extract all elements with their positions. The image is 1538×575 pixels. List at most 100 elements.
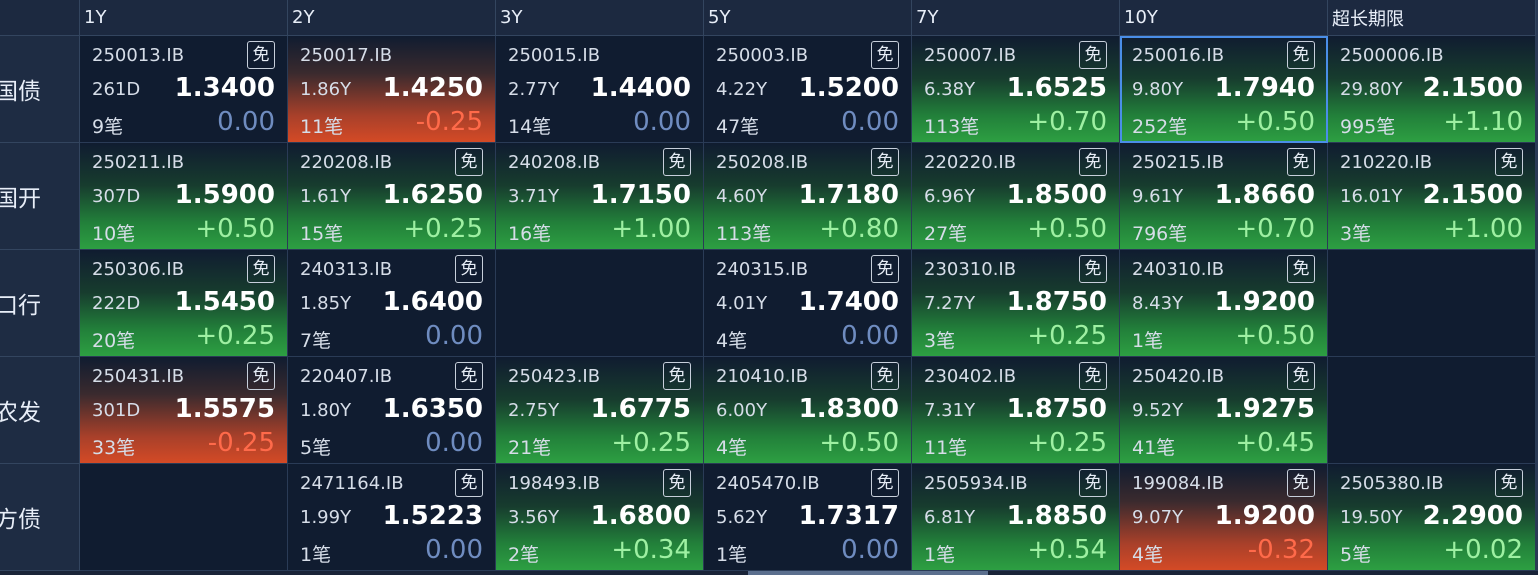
- bond-code: 240315.IB: [716, 259, 809, 280]
- yield-value: 2.1500: [1422, 180, 1523, 210]
- yield-change: +0.25: [611, 428, 691, 458]
- row-label: 国开: [0, 143, 80, 250]
- yield-change: 0.00: [633, 107, 691, 137]
- remaining-term: 2.75Y: [508, 400, 560, 421]
- yield-change: 0.00: [841, 321, 899, 351]
- trade-count: 113笔: [924, 116, 980, 138]
- remaining-term: 307D: [92, 186, 141, 207]
- column-header[interactable]: 超长期限: [1328, 0, 1536, 36]
- scrollbar-thumb[interactable]: [748, 571, 988, 575]
- column-header[interactable]: 1Y: [80, 0, 288, 36]
- bond-cell[interactable]: 250003.IB 免 4.22Y 1.5200 47笔 0.00: [704, 36, 912, 143]
- bond-code: 210410.IB: [716, 366, 809, 387]
- bond-cell[interactable]: 240313.IB 免 1.85Y 1.6400 7笔 0.00: [288, 250, 496, 357]
- bond-cell[interactable]: 250306.IB 免 222D 1.5450 20笔 +0.25: [80, 250, 288, 357]
- yield-value: 1.7180: [798, 180, 899, 210]
- bond-cell[interactable]: 230402.IB 免 7.31Y 1.8750 11笔 +0.25: [912, 357, 1120, 464]
- remaining-term: 2.77Y: [508, 79, 560, 100]
- bond-code: 2500006.IB: [1340, 45, 1444, 66]
- tax-exempt-badge: 免: [871, 362, 899, 390]
- remaining-term: 16.01Y: [1340, 186, 1403, 207]
- tax-exempt-badge: 免: [1287, 255, 1315, 283]
- trade-count: 21笔: [508, 437, 552, 459]
- bond-cell[interactable]: 220208.IB 免 1.61Y 1.6250 15笔 +0.25: [288, 143, 496, 250]
- trade-count: 15笔: [300, 223, 344, 245]
- bond-cell[interactable]: 250017.IB 1.86Y 1.4250 11笔 -0.25: [288, 36, 496, 143]
- bond-code: 250431.IB: [92, 366, 185, 387]
- bond-cell[interactable]: 230310.IB 免 7.27Y 1.8750 3笔 +0.25: [912, 250, 1120, 357]
- bond-code: 250423.IB: [508, 366, 601, 387]
- bond-cell[interactable]: 250431.IB 免 301D 1.5575 33笔 -0.25: [80, 357, 288, 464]
- bond-cell[interactable]: 198493.IB 免 3.56Y 1.6800 2笔 +0.34: [496, 464, 704, 571]
- trade-count: 4笔: [1132, 544, 1164, 566]
- bond-cell[interactable]: 250007.IB 免 6.38Y 1.6525 113笔 +0.70: [912, 36, 1120, 143]
- column-header[interactable]: 5Y: [704, 0, 912, 36]
- trade-count: 5笔: [300, 437, 332, 459]
- bond-cell[interactable]: 220407.IB 免 1.80Y 1.6350 5笔 0.00: [288, 357, 496, 464]
- tax-exempt-badge: 免: [1079, 469, 1107, 497]
- bond-code: 250003.IB: [716, 45, 809, 66]
- yield-change: 0.00: [217, 107, 275, 137]
- yield-value: 1.6775: [590, 394, 691, 424]
- row-label: 口行: [0, 250, 80, 357]
- bond-cell[interactable]: 250016.IB 免 9.80Y 1.7940 252笔 +0.50: [1120, 36, 1328, 143]
- bond-cell[interactable]: 250423.IB 免 2.75Y 1.6775 21笔 +0.25: [496, 357, 704, 464]
- bond-code: 250007.IB: [924, 45, 1017, 66]
- bond-cell[interactable]: 2405470.IB 免 5.62Y 1.7317 1笔 0.00: [704, 464, 912, 571]
- bond-cell[interactable]: 199084.IB 免 9.07Y 1.9200 4笔 -0.32: [1120, 464, 1328, 571]
- column-header[interactable]: 2Y: [288, 0, 496, 36]
- remaining-term: 19.50Y: [1340, 507, 1403, 528]
- yield-change: +0.50: [1235, 107, 1315, 137]
- yield-value: 1.7150: [590, 180, 691, 210]
- tax-exempt-badge: 免: [455, 362, 483, 390]
- bond-cell[interactable]: 210410.IB 免 6.00Y 1.8300 4笔 +0.50: [704, 357, 912, 464]
- bond-code: 240208.IB: [508, 152, 601, 173]
- trade-count: 1笔: [1132, 330, 1164, 352]
- bond-cell[interactable]: 240310.IB 免 8.43Y 1.9200 1笔 +0.50: [1120, 250, 1328, 357]
- bond-cell[interactable]: 210220.IB 免 16.01Y 2.1500 3笔 +1.00: [1328, 143, 1536, 250]
- empty-cell: [496, 250, 704, 357]
- yield-change: 0.00: [841, 107, 899, 137]
- bond-code: 240310.IB: [1132, 259, 1225, 280]
- bond-cell[interactable]: 2505380.IB 免 19.50Y 2.2900 5笔 +0.02: [1328, 464, 1536, 571]
- column-header[interactable]: 7Y: [912, 0, 1120, 36]
- column-header[interactable]: 10Y: [1120, 0, 1328, 36]
- trade-count: 252笔: [1132, 116, 1188, 138]
- yield-value: 1.8500: [1006, 180, 1107, 210]
- remaining-term: 9.52Y: [1132, 400, 1184, 421]
- yield-value: 1.4250: [382, 73, 483, 103]
- yield-change: +0.25: [195, 321, 275, 351]
- yield-change: +0.25: [1027, 428, 1107, 458]
- trade-count: 11笔: [300, 116, 344, 138]
- bond-cell[interactable]: 2505934.IB 免 6.81Y 1.8850 1笔 +0.54: [912, 464, 1120, 571]
- yield-change: -0.32: [1247, 535, 1315, 565]
- bond-cell[interactable]: 250013.IB 免 261D 1.3400 9笔 0.00: [80, 36, 288, 143]
- yield-value: 1.4400: [590, 73, 691, 103]
- yield-value: 1.6400: [382, 287, 483, 317]
- bond-cell[interactable]: 250215.IB 免 9.61Y 1.8660 796笔 +0.70: [1120, 143, 1328, 250]
- bond-cell[interactable]: 2471164.IB 免 1.99Y 1.5223 1笔 0.00: [288, 464, 496, 571]
- bond-code: 250215.IB: [1132, 152, 1225, 173]
- bond-cell[interactable]: 2500006.IB 29.80Y 2.1500 995笔 +1.10: [1328, 36, 1536, 143]
- bond-cell[interactable]: 250211.IB 307D 1.5900 10笔 +0.50: [80, 143, 288, 250]
- bond-code: 250015.IB: [508, 45, 601, 66]
- bond-cell[interactable]: 240208.IB 免 3.71Y 1.7150 16笔 +1.00: [496, 143, 704, 250]
- bond-cell[interactable]: 220220.IB 免 6.96Y 1.8500 27笔 +0.50: [912, 143, 1120, 250]
- remaining-term: 4.01Y: [716, 293, 768, 314]
- yield-change: 0.00: [425, 428, 483, 458]
- bond-cell[interactable]: 250015.IB 2.77Y 1.4400 14笔 0.00: [496, 36, 704, 143]
- remaining-term: 3.71Y: [508, 186, 560, 207]
- bond-cell[interactable]: 250420.IB 免 9.52Y 1.9275 41笔 +0.45: [1120, 357, 1328, 464]
- bond-yield-grid: 1Y2Y3Y5Y7Y10Y超长期限国债 250013.IB 免 261D 1.3400 9…: [0, 0, 1538, 575]
- bond-cell[interactable]: 250208.IB 免 4.60Y 1.7180 113笔 +0.80: [704, 143, 912, 250]
- trade-count: 995笔: [1340, 116, 1396, 138]
- yield-change: -0.25: [207, 428, 275, 458]
- yield-change: +0.45: [1235, 428, 1315, 458]
- remaining-term: 3.56Y: [508, 507, 560, 528]
- bond-cell[interactable]: 240315.IB 免 4.01Y 1.7400 4笔 0.00: [704, 250, 912, 357]
- tax-exempt-badge: 免: [871, 148, 899, 176]
- column-header[interactable]: 3Y: [496, 0, 704, 36]
- yield-value: 1.9200: [1214, 501, 1315, 531]
- yield-change: +0.70: [1027, 107, 1107, 137]
- remaining-term: 9.80Y: [1132, 79, 1184, 100]
